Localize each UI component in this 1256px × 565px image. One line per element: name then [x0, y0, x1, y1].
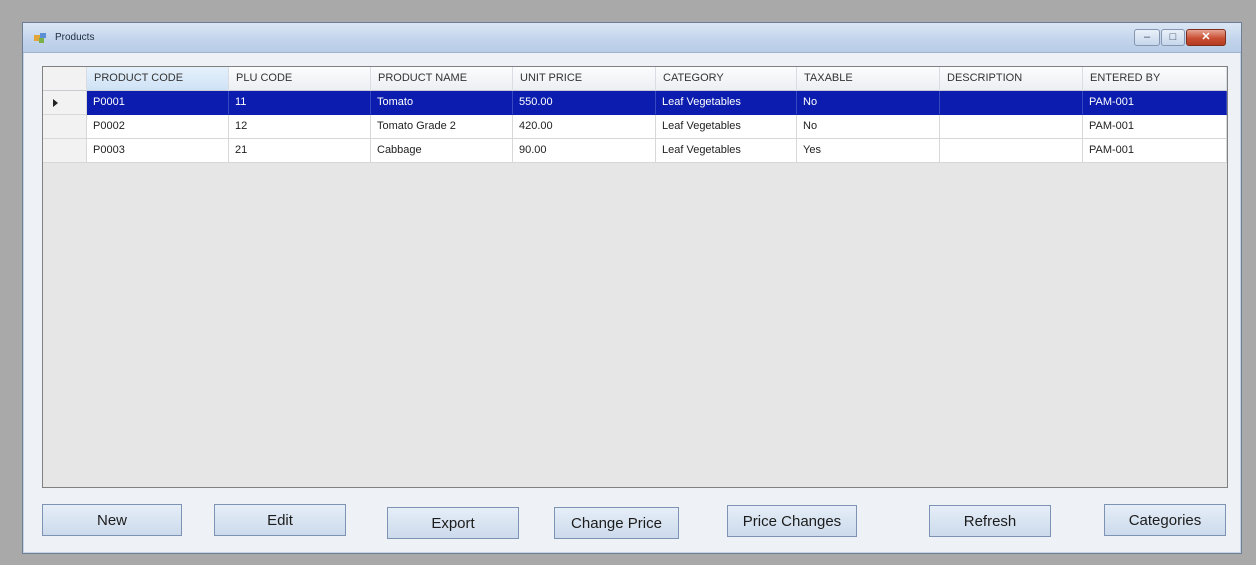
cell-unit-price[interactable]: 90.00	[513, 139, 656, 163]
cell-entered-by[interactable]: PAM-001	[1083, 91, 1227, 115]
column-header-unit-price[interactable]: UNIT PRICE	[513, 67, 656, 91]
cell-category[interactable]: Leaf Vegetables	[656, 139, 797, 163]
minimize-button[interactable]: –	[1134, 29, 1160, 46]
change-price-button[interactable]: Change Price	[554, 507, 679, 539]
cell-plu-code[interactable]: 11	[229, 91, 371, 115]
cell-description[interactable]	[940, 139, 1083, 163]
cell-plu-code[interactable]: 12	[229, 115, 371, 139]
cell-product-name[interactable]: Cabbage	[371, 139, 513, 163]
categories-button[interactable]: Categories	[1104, 504, 1226, 536]
cell-product-name[interactable]: Tomato Grade 2	[371, 115, 513, 139]
cell-description[interactable]	[940, 115, 1083, 139]
current-row-arrow-icon	[53, 99, 58, 107]
cell-taxable[interactable]: No	[797, 115, 940, 139]
cell-unit-price[interactable]: 550.00	[513, 91, 656, 115]
cell-unit-price[interactable]: 420.00	[513, 115, 656, 139]
column-header-product-name[interactable]: PRODUCT NAME	[371, 67, 513, 91]
column-header-product-code[interactable]: PRODUCT CODE	[87, 67, 229, 91]
column-header-entered-by[interactable]: ENTERED BY	[1083, 67, 1227, 91]
cell-product-code[interactable]: P0003	[87, 139, 229, 163]
cell-taxable[interactable]: Yes	[797, 139, 940, 163]
title-bar[interactable]: Products – □ ✕	[23, 23, 1241, 53]
close-icon: ✕	[1201, 31, 1211, 43]
table-row[interactable]: P0003 21 Cabbage 90.00 Leaf Vegetables Y…	[43, 139, 1227, 163]
cell-product-code[interactable]: P0001	[87, 91, 229, 115]
cell-entered-by[interactable]: PAM-001	[1083, 115, 1227, 139]
row-header-cell[interactable]	[43, 139, 87, 163]
app-icon	[34, 33, 46, 43]
products-grid[interactable]: PRODUCT CODE PLU CODE PRODUCT NAME UNIT …	[42, 66, 1228, 488]
maximize-icon: □	[1169, 31, 1177, 43]
cell-product-code[interactable]: P0002	[87, 115, 229, 139]
cell-category[interactable]: Leaf Vegetables	[656, 115, 797, 139]
row-header-cell[interactable]	[43, 115, 87, 139]
cell-taxable[interactable]: No	[797, 91, 940, 115]
products-window: Products – □ ✕ PRODUCT CODE PLU CODE PRO…	[22, 22, 1242, 554]
refresh-button[interactable]: Refresh	[929, 505, 1051, 537]
table-row[interactable]: P0002 12 Tomato Grade 2 420.00 Leaf Vege…	[43, 115, 1227, 139]
maximize-button[interactable]: □	[1161, 29, 1185, 46]
column-header-plu-code[interactable]: PLU CODE	[229, 67, 371, 91]
cell-entered-by[interactable]: PAM-001	[1083, 139, 1227, 163]
export-button[interactable]: Export	[387, 507, 519, 539]
window-title: Products	[55, 32, 95, 43]
table-row[interactable]: P0001 11 Tomato 550.00 Leaf Vegetables N…	[43, 91, 1227, 115]
cell-product-name[interactable]: Tomato	[371, 91, 513, 115]
row-header-cell[interactable]	[43, 91, 87, 115]
new-button[interactable]: New	[42, 504, 182, 536]
cell-plu-code[interactable]: 21	[229, 139, 371, 163]
corner-header-cell[interactable]	[43, 67, 87, 91]
price-changes-button[interactable]: Price Changes	[727, 505, 857, 537]
close-button[interactable]: ✕	[1186, 29, 1226, 46]
cell-description[interactable]	[940, 91, 1083, 115]
cell-category[interactable]: Leaf Vegetables	[656, 91, 797, 115]
column-header-taxable[interactable]: TAXABLE	[797, 67, 940, 91]
grid-header-row: PRODUCT CODE PLU CODE PRODUCT NAME UNIT …	[43, 67, 1227, 91]
minimize-icon: –	[1143, 31, 1151, 43]
column-header-category[interactable]: CATEGORY	[656, 67, 797, 91]
column-header-description[interactable]: DESCRIPTION	[940, 67, 1083, 91]
edit-button[interactable]: Edit	[214, 504, 346, 536]
